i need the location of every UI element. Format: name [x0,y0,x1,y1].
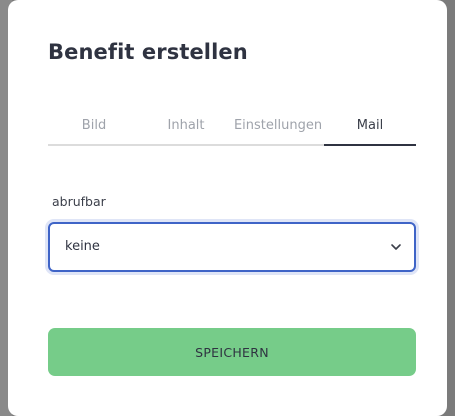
tab-mail[interactable]: Mail [324,110,416,144]
tab-einstellungen[interactable]: Einstellungen [232,110,324,144]
abrufbar-select[interactable]: keine [48,222,416,272]
active-tab-indicator [324,144,416,146]
abrufbar-label: abrufbar [52,194,106,209]
chevron-down-icon [391,244,401,250]
benefit-dialog: Benefit erstellen Bild Inhalt Einstellun… [8,0,447,416]
tab-bild[interactable]: Bild [48,110,140,144]
save-button[interactable]: SPEICHERN [48,328,416,376]
tab-inhalt[interactable]: Inhalt [140,110,232,144]
select-value: keine [65,239,100,254]
dialog-title: Benefit erstellen [48,40,248,64]
tab-bar: Bild Inhalt Einstellungen Mail [48,110,416,146]
